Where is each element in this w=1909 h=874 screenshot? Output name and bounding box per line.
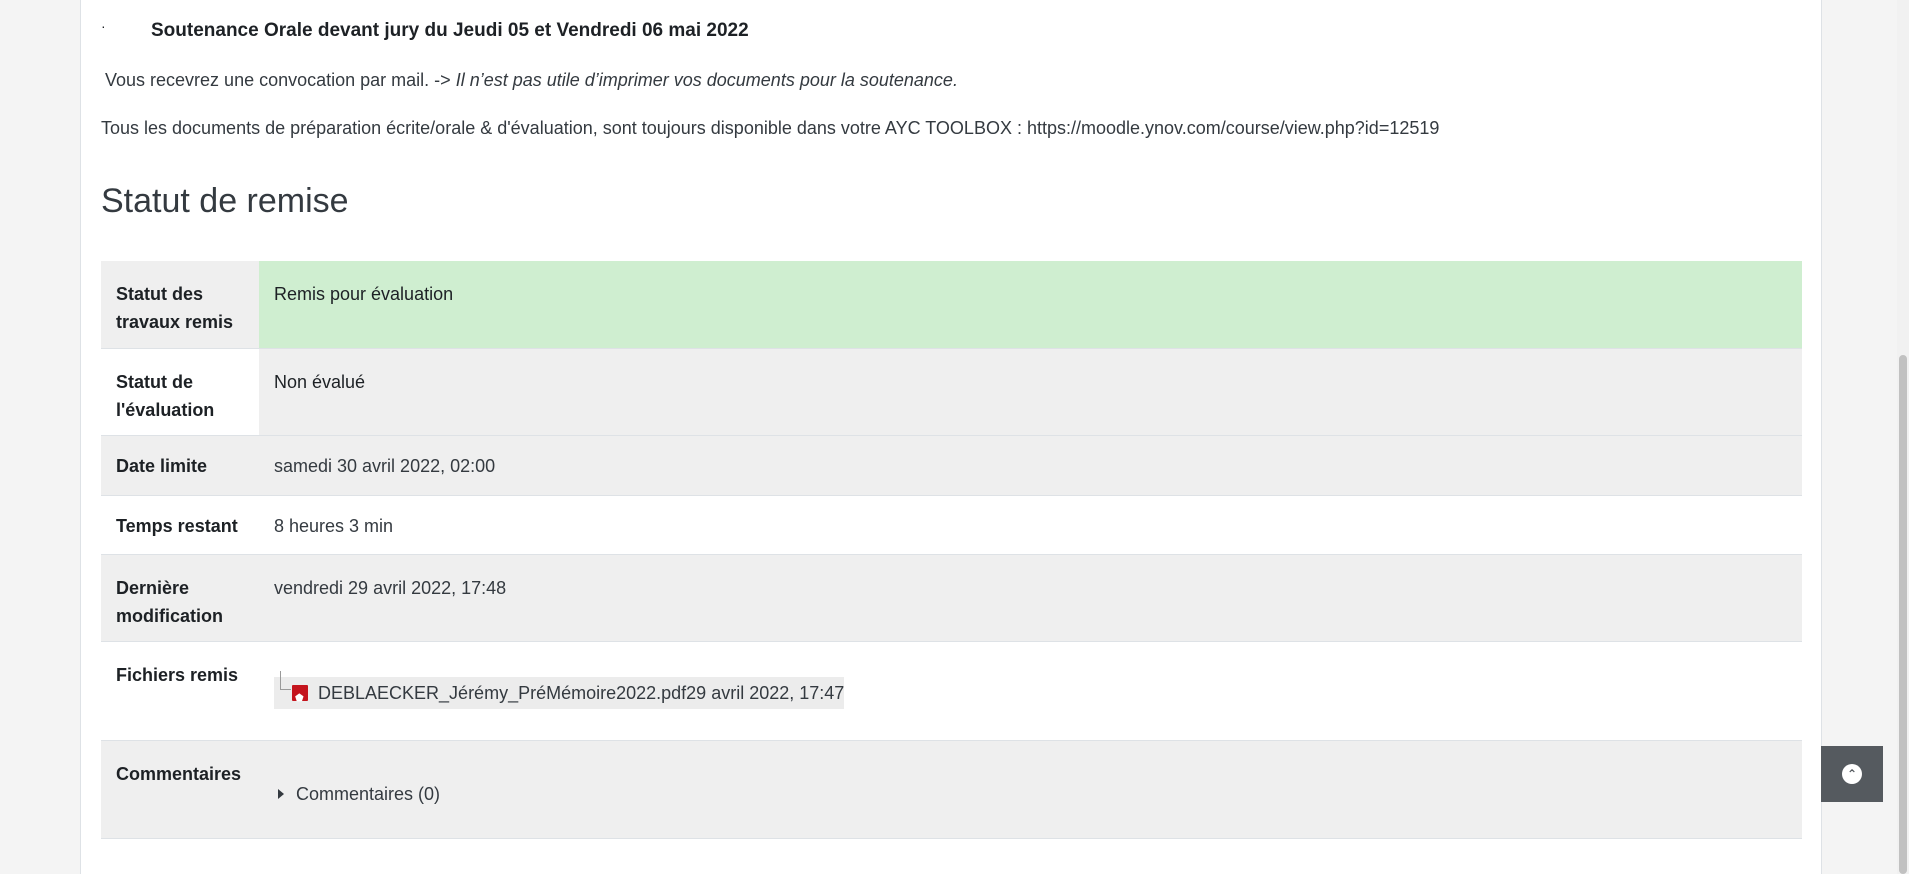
time-remaining-label: Temps restant <box>101 495 259 554</box>
chevron-up-icon: ⌃ <box>1842 764 1862 784</box>
soutenance-line: · Soutenance Orale devant jury du Jeudi 0… <box>101 18 749 42</box>
comments-cell: Commentaires (0) <box>259 740 1802 838</box>
tree-connector <box>280 670 291 690</box>
comments-toggle[interactable]: Commentaires (0) <box>278 780 440 808</box>
submitted-file-date: 29 avril 2022, 17:47 <box>686 682 845 703</box>
submitted-file-item: DEBLAECKER_Jérémy_PréMémoire2022.pdf29 a… <box>274 670 845 713</box>
table-row-last-modified: Dernière modification vendredi 29 avril … <box>101 554 1802 641</box>
table-row-grading-status: Statut de l'évaluation Non évalué <box>101 348 1802 435</box>
comments-toggle-label: Commentaires (0) <box>296 783 441 804</box>
pdf-icon <box>292 684 308 713</box>
page-scrollbar[interactable] <box>1897 0 1909 874</box>
time-remaining-value: 8 heures 3 min <box>259 495 1802 554</box>
submission-status-table: Statut des travaux remis Remis pour éval… <box>101 261 1802 839</box>
submitted-files-label: Fichiers remis <box>101 641 259 740</box>
documents-line: Tous les documents de préparation écrite… <box>101 118 1440 138</box>
bullet-symbol: · <box>101 18 106 34</box>
grading-status-value: Non évalué <box>259 348 1802 435</box>
table-row-submitted-files: Fichiers remis DEBLAECKER_Jérémy_PréMémo… <box>101 641 1802 740</box>
table-row-submission-status: Statut des travaux remis Remis pour éval… <box>101 261 1802 348</box>
submitted-files-cell: DEBLAECKER_Jérémy_PréMémoire2022.pdf29 a… <box>259 641 1802 740</box>
last-modified-value: vendredi 29 avril 2022, 17:48 <box>259 554 1802 641</box>
table-row-due-date: Date limite samedi 30 avril 2022, 02:00 <box>101 435 1802 495</box>
soutenance-dates: Jeudi 05 et Vendredi 06 mai 2022 <box>452 20 749 41</box>
convocation-text: Vous recevrez une convocation par mail. … <box>105 70 456 90</box>
comments-label: Commentaires <box>101 740 259 838</box>
grading-status-label: Statut de l'évaluation <box>101 348 259 435</box>
submission-status-value: Remis pour évaluation <box>259 261 1802 348</box>
section-title: Statut de remise <box>101 182 349 220</box>
convocation-line: Vous recevrez une convocation par mail. … <box>105 70 958 91</box>
submitted-file-link[interactable]: DEBLAECKER_Jérémy_PréMémoire2022.pdf <box>318 679 686 707</box>
table-row-comments: Commentaires Commentaires (0) <box>101 740 1802 838</box>
due-date-value: samedi 30 avril 2022, 02:00 <box>259 435 1802 495</box>
convocation-italic-text: Il n’est pas utile d’imprimer vos docume… <box>455 70 958 90</box>
back-to-top-button[interactable]: ⌃ <box>1821 746 1883 802</box>
due-date-label: Date limite <box>101 435 259 495</box>
soutenance-prefix: Soutenance Orale devant jury du <box>151 20 453 41</box>
last-modified-label: Dernière modification <box>101 554 259 641</box>
scrollbar-thumb[interactable] <box>1899 355 1907 874</box>
table-row-time-remaining: Temps restant 8 heures 3 min <box>101 495 1802 554</box>
submission-status-label: Statut des travaux remis <box>101 261 259 348</box>
caret-right-icon <box>278 788 284 799</box>
